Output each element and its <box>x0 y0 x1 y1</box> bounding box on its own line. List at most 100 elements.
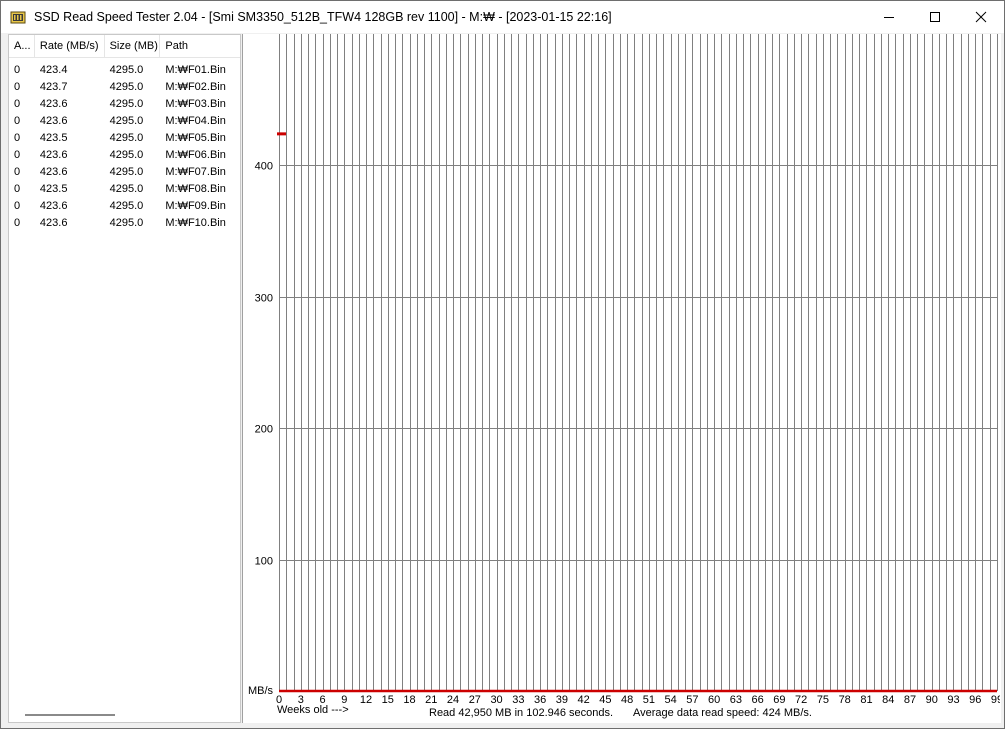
x-axis-label: Weeks old ---> <box>277 704 349 716</box>
column-header-path[interactable]: Path <box>160 35 240 57</box>
cell-age: 0 <box>14 114 21 127</box>
list-item[interactable]: 0 423.5 4295.0 M:₩F08.Bin <box>9 180 240 197</box>
x-tick-label: 30 <box>490 694 502 706</box>
x-tick-label: 27 <box>469 694 481 706</box>
cell-age: 0 <box>14 131 21 144</box>
cell-size: 4295.0 <box>109 148 144 161</box>
x-tick-label: 21 <box>425 694 437 706</box>
file-list[interactable]: A... Rate (MB/s) Size (MB) Path 0 423.4 42… <box>8 34 241 723</box>
x-tick-label: 51 <box>643 694 655 706</box>
list-item[interactable]: 0 423.6 4295.0 M:₩F06.Bin <box>9 146 240 163</box>
cell-path: M:₩F08.Bin <box>165 182 226 195</box>
cell-age: 0 <box>14 165 21 178</box>
x-tick-label: 48 <box>621 694 633 706</box>
x-tick-label: 42 <box>577 694 589 706</box>
x-tick-label: 39 <box>556 694 568 706</box>
cell-size: 4295.0 <box>109 114 144 127</box>
cell-rate: 423.5 <box>39 131 68 144</box>
cell-path: M:₩F03.Bin <box>165 97 226 110</box>
cell-rate: 423.6 <box>39 148 68 161</box>
chart-canvas: 100200300400MB/s0 3 6 9 12 15 18 21 24 27 30 33 36 39… <box>248 34 1000 706</box>
cell-size: 4295.0 <box>109 97 144 110</box>
cell-age: 0 <box>14 199 21 212</box>
x-tick-label: 24 <box>447 694 459 706</box>
x-tick-label: 33 <box>512 694 524 706</box>
list-item[interactable]: 0 423.4 4295.0 M:₩F01.Bin <box>9 61 240 78</box>
cell-rate: 423.6 <box>39 199 68 212</box>
cell-rate: 423.6 <box>39 216 68 229</box>
cell-path: M:₩F09.Bin <box>165 199 226 212</box>
x-tick-label: 96 <box>969 694 981 706</box>
list-item[interactable]: 0 423.5 4295.0 M:₩F05.Bin <box>9 129 240 146</box>
x-tick-label: 45 <box>599 694 611 706</box>
x-tick-label: 81 <box>860 694 872 706</box>
cell-path: M:₩F02.Bin <box>165 80 226 93</box>
x-tick-label: 87 <box>904 694 916 706</box>
x-tick-label: 36 <box>534 694 546 706</box>
list-item[interactable]: 0 423.6 4295.0 M:₩F10.Bin <box>9 214 240 231</box>
cell-rate: 423.7 <box>39 80 68 93</box>
title-bar[interactable]: SSD Read Speed Tester 2.04 - [Smi SM3350… <box>1 1 1004 33</box>
y-axis-label: MB/s <box>248 685 274 697</box>
x-tick-label: 66 <box>752 694 764 706</box>
minimize-button[interactable] <box>866 1 912 33</box>
x-tick-label: 90 <box>926 694 938 706</box>
cell-rate: 423.6 <box>39 97 68 110</box>
speed-chart: 100 200 300 400 MB/s 0 3 6 9 12 15 18 21 24 27 30 33 36 39… <box>242 34 1001 723</box>
cell-age: 0 <box>14 148 21 161</box>
x-tick-label: 84 <box>882 694 894 706</box>
column-header-age[interactable]: A... <box>9 35 35 57</box>
minimize-icon <box>884 17 894 18</box>
cell-path: M:₩F01.Bin <box>165 63 226 76</box>
drive-icon <box>10 11 26 24</box>
cell-age: 0 <box>14 63 21 76</box>
list-item[interactable]: 0 423.6 4295.0 M:₩F04.Bin <box>9 112 240 129</box>
maximize-button[interactable] <box>912 1 958 33</box>
x-tick-label: 54 <box>665 694 677 706</box>
window-controls <box>866 1 1004 33</box>
y-tick-label: 400 <box>255 161 273 173</box>
y-tick-label: 100 <box>255 556 273 568</box>
list-item[interactable]: 0 423.6 4295.0 M:₩F09.Bin <box>9 197 240 214</box>
cell-path: M:₩F05.Bin <box>165 131 226 144</box>
y-tick-label: 300 <box>255 293 273 305</box>
column-header-rate[interactable]: Rate (MB/s) <box>35 35 105 57</box>
read-summary: Read 42,950 MB in 102.946 seconds. <box>429 707 614 719</box>
cell-size: 4295.0 <box>109 216 144 229</box>
cell-rate: 423.6 <box>39 165 68 178</box>
x-tick-label: 93 <box>947 694 959 706</box>
cell-path: M:₩F06.Bin <box>165 148 226 161</box>
cell-size: 4295.0 <box>109 182 144 195</box>
x-tick-label: 57 <box>686 694 698 706</box>
cell-path: M:₩F07.Bin <box>165 165 226 178</box>
cell-size: 4295.0 <box>109 63 144 76</box>
x-tick-label: 18 <box>403 694 415 706</box>
close-button[interactable] <box>958 1 1004 33</box>
cell-size: 4295.0 <box>109 131 144 144</box>
x-tick-label: 78 <box>839 694 851 706</box>
cell-rate: 423.5 <box>39 182 68 195</box>
horizontal-scrollbar[interactable] <box>25 714 115 716</box>
x-tick-label: 75 <box>817 694 829 706</box>
window-title: SSD Read Speed Tester 2.04 - [Smi SM3350… <box>34 10 612 24</box>
x-tick-label: 72 <box>795 694 807 706</box>
app-window: SSD Read Speed Tester 2.04 - [Smi SM3350… <box>0 0 1005 729</box>
x-tick-label: 99 <box>991 694 1000 706</box>
maximize-icon <box>930 12 940 22</box>
list-item[interactable]: 0 423.6 4295.0 M:₩F03.Bin <box>9 95 240 112</box>
x-tick-label: 63 <box>730 694 742 706</box>
list-item[interactable]: 0 423.7 4295.0 M:₩F02.Bin <box>9 78 240 95</box>
x-tick-label: 15 <box>382 694 394 706</box>
x-tick-label: 12 <box>360 694 372 706</box>
list-item[interactable]: 0 423.6 4295.0 M:₩F07.Bin <box>9 163 240 180</box>
x-tick-label: 69 <box>773 694 785 706</box>
list-rows: 0 423.4 4295.0 M:₩F01.Bin 0 423.7 4295.0 M:₩F02… <box>9 58 240 231</box>
cell-age: 0 <box>14 80 21 93</box>
cell-rate: 423.4 <box>39 63 68 76</box>
column-header-size[interactable]: Size (MB) <box>105 35 161 57</box>
y-tick-label: 200 <box>255 424 273 436</box>
cell-size: 4295.0 <box>109 80 144 93</box>
x-tick-label: 60 <box>708 694 720 706</box>
average-speed: Average data read speed: 424 MB/s. <box>633 707 812 719</box>
list-header: A... Rate (MB/s) Size (MB) Path <box>9 35 240 58</box>
